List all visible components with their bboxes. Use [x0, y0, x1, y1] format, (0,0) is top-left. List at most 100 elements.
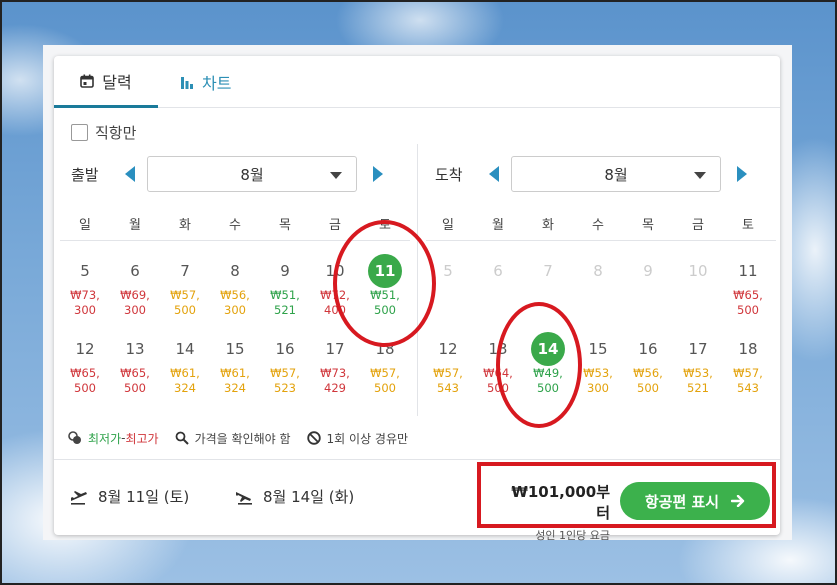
day-number-value: 11 [368, 254, 402, 288]
price-summary: ₩101,000부터 성인 1인당 요금 항공편 표시 [500, 463, 777, 542]
day-price-line1: ₩61, [220, 366, 250, 380]
day-number: 12 [423, 332, 473, 366]
arrival-day-cell[interactable]: 12 ₩57, 543 [423, 320, 473, 398]
day-number-value: 8 [593, 262, 603, 280]
departure-day-cell[interactable]: 16 ₩57, 523 [260, 320, 310, 398]
outbound-summary: 8월 11일 (토) [70, 486, 189, 507]
weekday-tue: 화 [542, 218, 554, 233]
day-price-line2: 324 [224, 381, 246, 395]
day-number: 16 [623, 332, 673, 366]
day-number: 7 [523, 254, 573, 288]
day-number-value: 14 [175, 340, 195, 358]
departure-day-cell[interactable]: 15 ₩61, 324 [210, 320, 260, 398]
day-number: 6 [473, 254, 523, 288]
day-price-line1: ₩56, [633, 366, 663, 380]
legend-lowest: 최저가 [88, 431, 122, 446]
arrival-day-cell: 5 [423, 242, 473, 320]
day-price-line1: ₩57, [370, 366, 400, 380]
day-price-line1: ₩57, [433, 366, 463, 380]
departure-month-select[interactable]: 8월 [147, 156, 357, 192]
arrival-month-select[interactable]: 8월 [511, 156, 721, 192]
departure-day-cell[interactable]: 8 ₩56, 300 [210, 242, 260, 320]
departure-prev-month-icon[interactable] [125, 166, 135, 182]
departure-label: 출발 [71, 165, 99, 184]
plane-takeoff-icon [71, 490, 87, 505]
day-number: 13 [473, 332, 523, 366]
departure-calendar-grid: 5 ₩73, 300 6 ₩69, 300 7 ₩57, 500 8 ₩56, 300 9 ₩51, 521… [60, 242, 410, 398]
departure-month-row: 출발 8월 [71, 156, 383, 192]
day-price-line2: 300 [587, 381, 609, 395]
arrival-prev-month-icon[interactable] [489, 166, 499, 182]
departure-weekday-divider [60, 240, 410, 241]
day-price-line1: ₩65, [70, 366, 100, 380]
departure-day-cell[interactable]: 9 ₩51, 521 [260, 242, 310, 320]
day-price-line1: ₩53, [583, 366, 613, 380]
day-price-line1: ₩49, [533, 366, 563, 380]
arrival-day-cell[interactable]: 14 ₩49, 500 [523, 320, 573, 398]
weekday-fri: 금 [692, 218, 704, 233]
tab-chart[interactable]: 차트 [180, 56, 250, 108]
day-price-line1: ₩57, [270, 366, 300, 380]
departure-day-cell[interactable]: 17 ₩73, 429 [310, 320, 360, 398]
departure-day-cell[interactable]: 10 ₩72, 400 [310, 242, 360, 320]
departure-next-month-icon[interactable] [373, 166, 383, 182]
day-number-value: 12 [75, 340, 95, 358]
arrival-next-month-icon[interactable] [737, 166, 747, 182]
departure-day-cell[interactable]: 11 ₩51, 500 [360, 242, 410, 320]
day-number: 13 [110, 332, 160, 366]
show-flights-button[interactable]: 항공편 표시 [620, 482, 770, 520]
departure-weekdays: 일 월 화 수 목 금 토 [60, 214, 410, 234]
day-number-value: 18 [738, 340, 758, 358]
day-price-line1: ₩61, [170, 366, 200, 380]
day-price-line1: ₩73, [320, 366, 350, 380]
departure-day-cell[interactable]: 12 ₩65, 500 [60, 320, 110, 398]
day-price-line2: 500 [374, 303, 396, 317]
arrival-day-cell[interactable]: 16 ₩56, 500 [623, 320, 673, 398]
day-price-line2: 300 [74, 303, 96, 317]
legend-check-price-label: 가격을 확인해야 함 [194, 431, 291, 446]
day-number: 18 [360, 332, 410, 366]
day-price-line2: 300 [124, 303, 146, 317]
departure-day-cell[interactable]: 13 ₩65, 500 [110, 320, 160, 398]
departure-day-cell[interactable]: 14 ₩61, 324 [160, 320, 210, 398]
calendar-divider [417, 144, 418, 416]
arrival-day-cell[interactable]: 13 ₩64, 500 [473, 320, 523, 398]
departure-day-cell[interactable]: 6 ₩69, 300 [110, 242, 160, 320]
day-number: 18 [723, 332, 773, 366]
day-number-value: 5 [80, 262, 90, 280]
departure-day-cell[interactable]: 7 ₩57, 500 [160, 242, 210, 320]
arrival-day-cell[interactable]: 15 ₩53, 300 [573, 320, 623, 398]
day-price-line2: 543 [737, 381, 759, 395]
day-number: 12 [60, 332, 110, 366]
day-number-value: 9 [643, 262, 653, 280]
weekday-sat: 토 [379, 218, 391, 233]
chevron-down-icon [694, 172, 706, 179]
departure-day-cell[interactable]: 5 ₩73, 300 [60, 242, 110, 320]
direct-only-checkbox[interactable] [71, 124, 88, 141]
weekday-mon: 월 [492, 218, 504, 233]
arrival-month-value: 8월 [604, 165, 628, 184]
day-number-value: 15 [225, 340, 245, 358]
day-price-line2: 543 [437, 381, 459, 395]
day-number: 11 [723, 254, 773, 288]
day-number-value: 15 [588, 340, 608, 358]
day-number-value: 17 [688, 340, 708, 358]
day-price-line2: 500 [124, 381, 146, 395]
day-price-line1: ₩69, [120, 288, 150, 302]
price-note: 성인 1인당 요금 [535, 529, 610, 542]
direct-only-filter[interactable]: 직항만 [71, 122, 136, 143]
day-number: 9 [260, 254, 310, 288]
coins-icon [68, 431, 81, 444]
arrival-day-cell[interactable]: 17 ₩53, 521 [673, 320, 723, 398]
arrival-day-cell[interactable]: 11 ₩65, 500 [723, 242, 773, 320]
tab-calendar[interactable]: 달력 [54, 56, 158, 108]
arrival-day-cell[interactable]: 18 ₩57, 543 [723, 320, 773, 398]
arrival-day-cell: 6 [473, 242, 523, 320]
day-number-value: 6 [130, 262, 140, 280]
day-price-line2: 500 [537, 381, 559, 395]
departure-day-cell[interactable]: 18 ₩57, 500 [360, 320, 410, 398]
arrival-weekday-divider [426, 240, 776, 241]
arrow-right-icon [731, 495, 745, 507]
day-price-line2: 324 [174, 381, 196, 395]
price-legend: 최저가 - 최고가 가격을 확인해야 함 1회 이상 경유만 [68, 429, 424, 447]
